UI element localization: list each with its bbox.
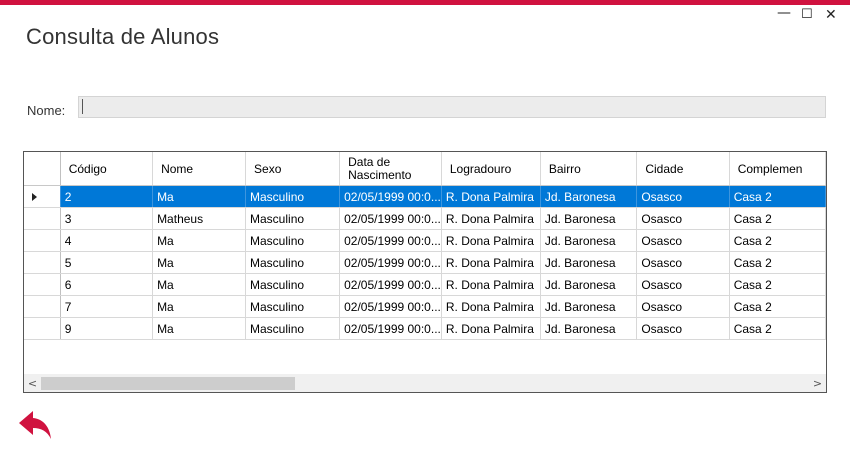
cell-logradouro[interactable]: R. Dona Palmira — [441, 229, 541, 252]
cell-bairro[interactable]: Jd. Baronesa — [540, 273, 638, 296]
cell-sexo[interactable]: Masculino — [245, 273, 341, 296]
table-row[interactable]: 3 Matheus Masculino 02/05/1999 00:0... R… — [24, 207, 826, 230]
cell-nascimento[interactable]: 02/05/1999 00:0... — [339, 229, 442, 252]
cell-nascimento[interactable]: 02/05/1999 00:0... — [339, 251, 442, 274]
cell-nome[interactable]: Ma — [152, 185, 247, 208]
cell-cidade[interactable]: Osasco — [636, 185, 730, 208]
cell-sexo[interactable]: Masculino — [245, 295, 341, 318]
column-header-complemento[interactable]: Complemen — [729, 152, 826, 186]
cell-cidade[interactable]: Osasco — [636, 273, 730, 296]
cell-codigo[interactable]: 7 — [60, 295, 154, 318]
row-header[interactable] — [24, 295, 61, 318]
horizontal-scrollbar[interactable]: < > — [24, 374, 826, 392]
table-row[interactable]: 2 Ma Masculino 02/05/1999 00:0... R. Don… — [24, 185, 826, 208]
table-row[interactable]: 7 Ma Masculino 02/05/1999 00:0... R. Don… — [24, 295, 826, 318]
cell-bairro[interactable]: Jd. Baronesa — [540, 185, 638, 208]
maximize-button[interactable]: ☐ — [801, 7, 813, 22]
cell-cidade[interactable]: Osasco — [636, 229, 730, 252]
grid-header-row: Código Nome Sexo Data de Nascimento Logr… — [24, 152, 826, 186]
row-header-corner — [24, 152, 61, 186]
cell-logradouro[interactable]: R. Dona Palmira — [441, 273, 541, 296]
cell-sexo[interactable]: Masculino — [245, 317, 341, 340]
cell-complemento[interactable]: Casa 2 — [729, 295, 826, 318]
column-header-nome[interactable]: Nome — [152, 152, 247, 186]
cell-logradouro[interactable]: R. Dona Palmira — [441, 185, 541, 208]
cell-cidade[interactable]: Osasco — [636, 251, 730, 274]
cell-nascimento[interactable]: 02/05/1999 00:0... — [339, 273, 442, 296]
cell-sexo[interactable]: Masculino — [245, 207, 341, 230]
cell-bairro[interactable]: Jd. Baronesa — [540, 317, 638, 340]
minimize-button[interactable]: — — [777, 5, 791, 21]
cell-nascimento[interactable]: 02/05/1999 00:0... — [339, 295, 442, 318]
undo-arrow-icon — [19, 411, 51, 439]
cell-sexo[interactable]: Masculino — [245, 229, 341, 252]
cell-cidade[interactable]: Osasco — [636, 295, 730, 318]
scroll-right-button[interactable]: > — [809, 375, 826, 392]
name-label: Nome: — [27, 103, 66, 118]
cell-logradouro[interactable]: R. Dona Palmira — [441, 207, 541, 230]
cell-codigo[interactable]: 5 — [60, 251, 154, 274]
table-row[interactable]: 4 Ma Masculino 02/05/1999 00:0... R. Don… — [24, 229, 826, 252]
row-header[interactable] — [24, 185, 61, 208]
cell-codigo[interactable]: 6 — [60, 273, 154, 296]
cell-codigo[interactable]: 9 — [60, 317, 154, 340]
students-table: Código Nome Sexo Data de Nascimento Logr… — [24, 152, 826, 340]
cell-nome[interactable]: Ma — [152, 317, 247, 340]
cell-nome[interactable]: Ma — [152, 295, 247, 318]
cell-sexo[interactable]: Masculino — [245, 185, 341, 208]
students-grid[interactable]: Código Nome Sexo Data de Nascimento Logr… — [23, 151, 827, 393]
cell-sexo[interactable]: Masculino — [245, 251, 341, 274]
table-row[interactable]: 5 Ma Masculino 02/05/1999 00:0... R. Don… — [24, 251, 826, 274]
cell-bairro[interactable]: Jd. Baronesa — [540, 251, 638, 274]
cell-nascimento[interactable]: 02/05/1999 00:0... — [339, 207, 442, 230]
page-title: Consulta de Alunos — [26, 24, 220, 49]
scroll-left-button[interactable]: < — [24, 375, 41, 392]
name-input[interactable] — [78, 96, 826, 118]
cell-codigo[interactable]: 3 — [60, 207, 154, 230]
cell-nascimento[interactable]: 02/05/1999 00:0... — [339, 317, 442, 340]
cell-cidade[interactable]: Osasco — [636, 317, 730, 340]
cell-codigo[interactable]: 4 — [60, 229, 154, 252]
row-header[interactable] — [24, 251, 61, 274]
cell-complemento[interactable]: Casa 2 — [729, 317, 826, 340]
row-header[interactable] — [24, 273, 61, 296]
cell-complemento[interactable]: Casa 2 — [729, 273, 826, 296]
cell-nome[interactable]: Ma — [152, 273, 247, 296]
cell-complemento[interactable]: Casa 2 — [729, 251, 826, 274]
column-header-sexo[interactable]: Sexo — [245, 152, 341, 186]
table-row[interactable]: 6 Ma Masculino 02/05/1999 00:0... R. Don… — [24, 273, 826, 296]
cell-logradouro[interactable]: R. Dona Palmira — [441, 295, 541, 318]
row-header[interactable] — [24, 317, 61, 340]
cell-nome[interactable]: Ma — [152, 229, 247, 252]
cell-complemento[interactable]: Casa 2 — [729, 185, 826, 208]
column-header-codigo[interactable]: Código — [60, 152, 154, 186]
row-header[interactable] — [24, 207, 61, 230]
cell-logradouro[interactable]: R. Dona Palmira — [441, 251, 541, 274]
column-header-bairro[interactable]: Bairro — [540, 152, 638, 186]
cell-bairro[interactable]: Jd. Baronesa — [540, 229, 638, 252]
column-header-cidade[interactable]: Cidade — [636, 152, 730, 186]
cell-cidade[interactable]: Osasco — [636, 207, 730, 230]
table-row[interactable]: 9 Ma Masculino 02/05/1999 00:0... R. Don… — [24, 317, 826, 340]
title-accent-bar — [0, 0, 850, 5]
cell-complemento[interactable]: Casa 2 — [729, 229, 826, 252]
column-header-data-nascimento[interactable]: Data de Nascimento — [339, 152, 442, 186]
cell-codigo[interactable]: 2 — [60, 185, 154, 208]
close-button[interactable]: ✕ — [825, 7, 837, 23]
cell-nome[interactable]: Matheus — [152, 207, 247, 230]
current-row-arrow-icon — [32, 192, 37, 201]
cell-complemento[interactable]: Casa 2 — [729, 207, 826, 230]
cell-nome[interactable]: Ma — [152, 251, 247, 274]
cell-nascimento[interactable]: 02/05/1999 00:0... — [339, 185, 442, 208]
cell-logradouro[interactable]: R. Dona Palmira — [441, 317, 541, 340]
cell-bairro[interactable]: Jd. Baronesa — [540, 295, 638, 318]
row-header[interactable] — [24, 229, 61, 252]
scroll-thumb[interactable] — [41, 377, 295, 390]
text-caret — [82, 99, 83, 114]
back-button[interactable] — [17, 408, 55, 442]
column-header-logradouro[interactable]: Logradouro — [441, 152, 541, 186]
cell-bairro[interactable]: Jd. Baronesa — [540, 207, 638, 230]
